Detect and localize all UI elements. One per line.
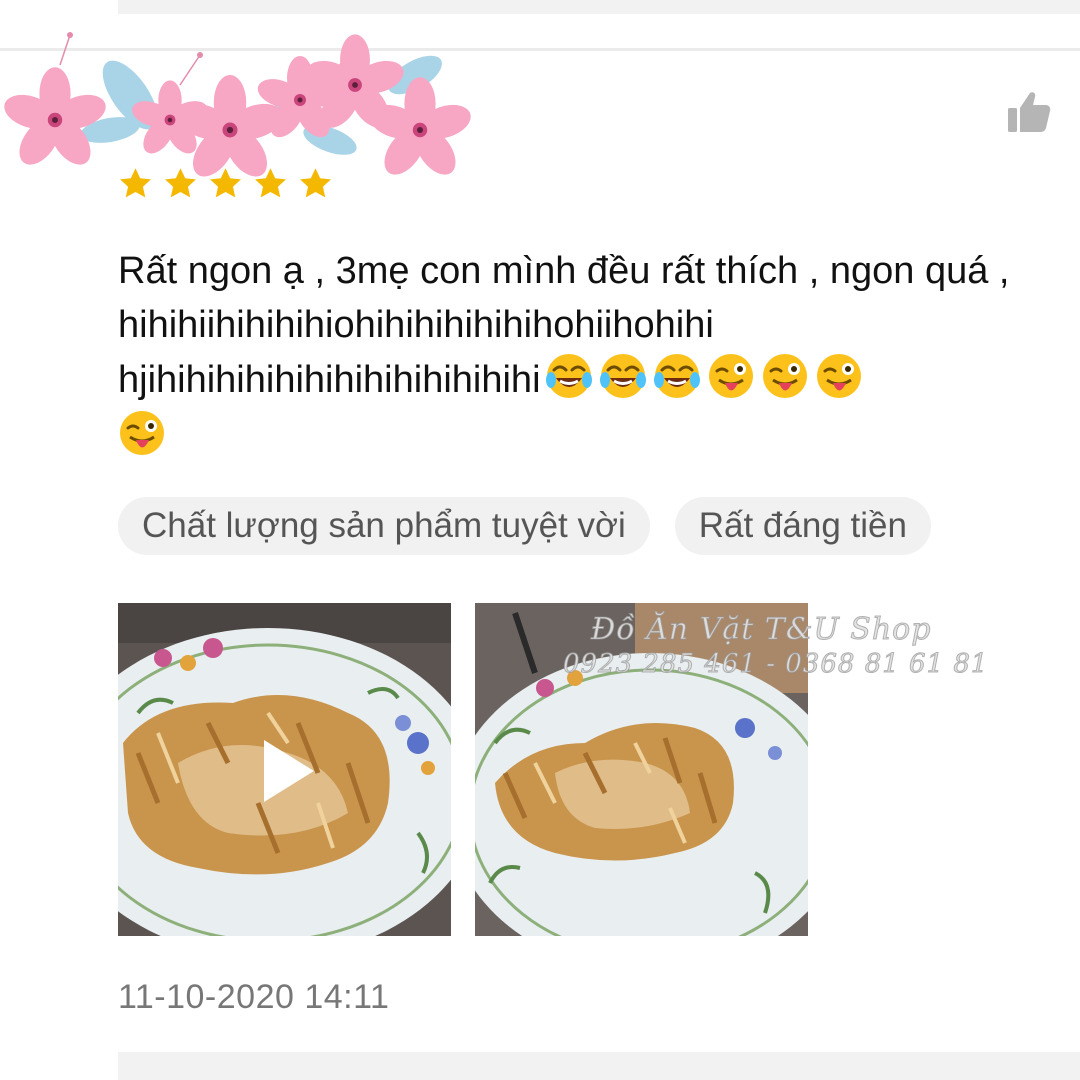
emoji-group	[545, 352, 863, 400]
tag-quality[interactable]: Chất lượng sản phẩm tuyệt vời	[118, 497, 650, 555]
tag-value[interactable]: Rất đáng tiền	[674, 497, 931, 555]
star-icon	[300, 168, 331, 198]
face-with-tears-of-joy-icon	[545, 354, 592, 398]
previous-card-edge	[118, 0, 1080, 14]
face-with-tears-of-joy-icon	[599, 354, 646, 398]
play-icon[interactable]	[258, 736, 318, 806]
flower-sticker	[0, 32, 476, 185]
star-icon	[120, 168, 151, 198]
watermark-phone: 0923 285 461 - 0368 81 61 81	[563, 649, 989, 680]
winking-face-with-tongue-icon	[120, 411, 164, 455]
review-video-thumbnail[interactable]	[118, 603, 451, 936]
next-card-edge	[118, 1052, 1080, 1080]
emoji-line	[118, 409, 1068, 472]
winking-face-with-tongue-icon	[708, 354, 753, 398]
review-text: Rất ngon ạ , 3mẹ con mình đều rất thích …	[118, 244, 1068, 472]
shop-watermark: Đồ Ăn Vặt T&U Shop 0923 285 461 - 0368 8…	[563, 612, 1033, 680]
star-icon	[210, 168, 241, 198]
thumbs-up-icon[interactable]	[1006, 90, 1052, 134]
face-with-tears-of-joy-icon	[653, 354, 700, 398]
rating-stars	[118, 166, 333, 202]
winking-face-with-tongue-icon	[816, 354, 861, 398]
star-icon	[165, 168, 196, 198]
winking-face-with-tongue-icon	[762, 354, 807, 398]
watermark-shop-name: Đồ Ăn Vặt T&U Shop	[591, 612, 932, 648]
review-tags: Chất lượng sản phẩm tuyệt vời Rất đáng t…	[118, 497, 931, 555]
star-icon	[255, 168, 286, 198]
review-timestamp: 11-10-2020 14:11	[118, 978, 390, 1016]
